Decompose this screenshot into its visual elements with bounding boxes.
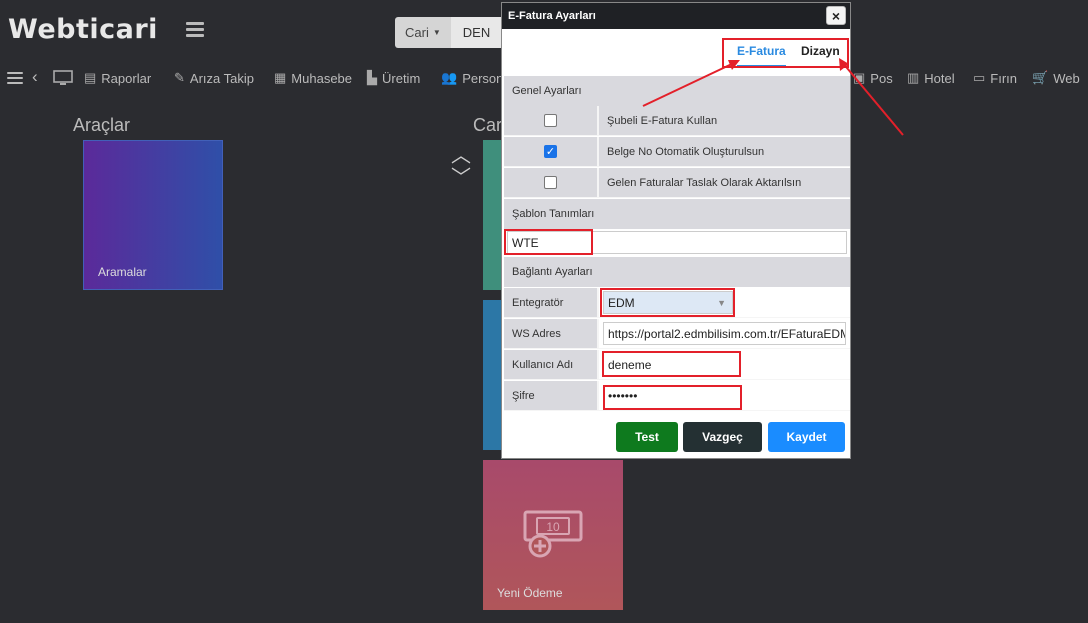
annotation-arrows [642,58,904,136]
